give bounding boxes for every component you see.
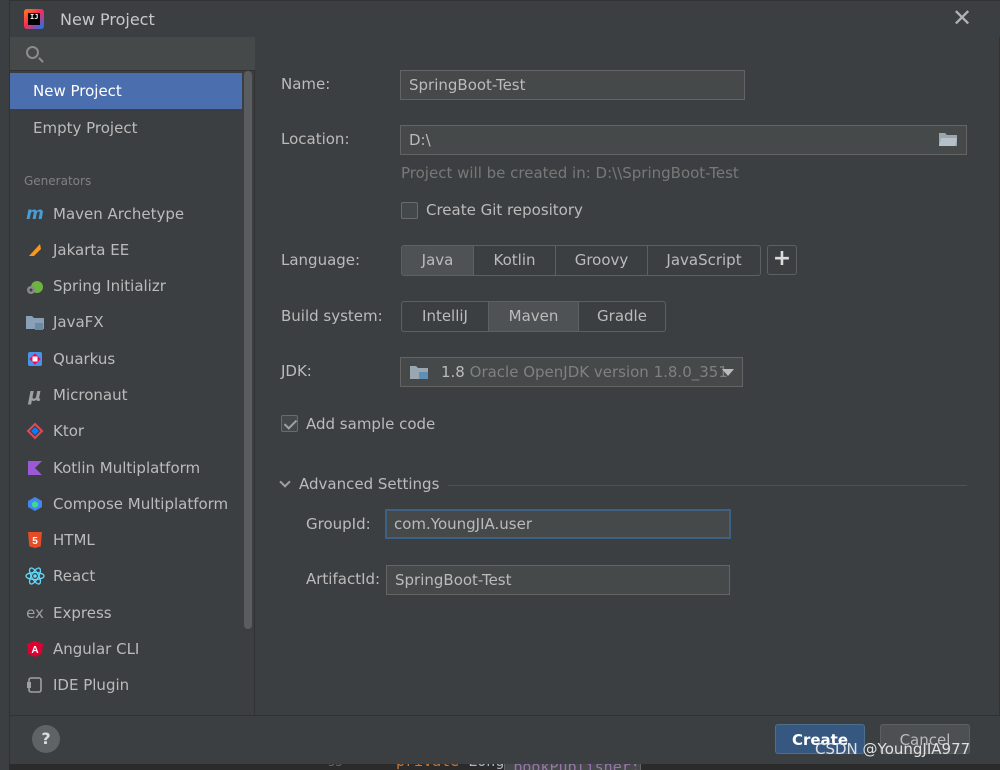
- generator-label: Angular CLI: [53, 640, 140, 658]
- build-option-maven[interactable]: Maven: [489, 302, 579, 331]
- jdk-description: Oracle OpenJDK version 1.8.0_351: [469, 363, 728, 381]
- jakarta-icon: [25, 240, 45, 260]
- generator-label: Jakarta EE: [53, 241, 130, 259]
- spring-icon: [25, 276, 45, 296]
- generator-label: Ktor: [53, 422, 85, 440]
- groupid-label: GroupId:: [306, 515, 371, 533]
- jdk-folder-icon: [410, 366, 428, 379]
- help-button[interactable]: ?: [32, 725, 60, 753]
- generator-label: Express: [53, 604, 112, 622]
- name-label: Name:: [281, 75, 331, 93]
- jdk-dropdown[interactable]: 1.8 Oracle OpenJDK version 1.8.0_351: [400, 357, 743, 387]
- language-option-groovy[interactable]: Groovy: [556, 246, 648, 275]
- jdk-version: 1.8: [441, 363, 465, 381]
- html5-icon: 5: [25, 530, 45, 550]
- generator-javafx[interactable]: JavaFX: [10, 305, 242, 339]
- editor-left-strip: [0, 0, 9, 770]
- generator-express[interactable]: ex Express: [10, 596, 242, 630]
- intellij-logo-icon: IJ: [24, 9, 44, 29]
- location-input[interactable]: D:\: [400, 125, 967, 155]
- generator-label: Kotlin Multiplatform: [53, 459, 201, 477]
- generator-label: Quarkus: [53, 350, 116, 368]
- add-language-button[interactable]: +: [767, 245, 797, 275]
- generator-micronaut[interactable]: μ Micronaut: [10, 378, 242, 412]
- sidebar-search-input[interactable]: [10, 37, 255, 71]
- build-option-intellij[interactable]: IntelliJ: [402, 302, 489, 331]
- generator-label: IDE Plugin: [53, 676, 130, 694]
- sidebar-item-label: New Project: [33, 82, 122, 100]
- generator-maven-archetype[interactable]: m Maven Archetype: [10, 197, 242, 231]
- sidebar-item-label: Empty Project: [33, 119, 138, 137]
- location-label: Location:: [281, 130, 350, 148]
- create-git-label: Create Git repository: [426, 201, 583, 219]
- kotlin-icon: [25, 458, 45, 478]
- generator-label: HTML: [53, 531, 95, 549]
- generator-kotlin-multiplatform[interactable]: Kotlin Multiplatform: [10, 451, 242, 485]
- generator-quarkus[interactable]: Quarkus: [10, 342, 242, 376]
- groupid-input[interactable]: com.YoungJIA.user: [385, 509, 731, 539]
- generator-label: React: [53, 567, 96, 585]
- svg-text:5: 5: [32, 536, 38, 547]
- location-hint: Project will be created in: D:\\SpringBo…: [401, 164, 739, 182]
- compose-icon: [25, 494, 45, 514]
- generator-jakarta-ee[interactable]: Jakarta EE: [10, 233, 242, 267]
- advanced-settings-toggle[interactable]: Advanced Settings: [279, 475, 440, 493]
- sidebar-item-new-project[interactable]: New Project: [10, 73, 242, 109]
- svg-text:A: A: [31, 645, 38, 656]
- title-bar: IJ New Project ✕: [10, 1, 1000, 37]
- quarkus-icon: [25, 349, 45, 369]
- close-icon[interactable]: ✕: [950, 6, 974, 31]
- browse-folder-icon[interactable]: [939, 132, 957, 146]
- language-option-javascript[interactable]: JavaScript: [648, 246, 760, 275]
- generator-label: JavaFX: [53, 313, 104, 331]
- generator-label: Micronaut: [53, 386, 128, 404]
- generator-ide-plugin[interactable]: IDE Plugin: [10, 668, 242, 702]
- create-git-checkbox[interactable]: [401, 202, 418, 219]
- search-icon: [26, 46, 39, 59]
- language-option-kotlin[interactable]: Kotlin: [474, 246, 556, 275]
- generators-heading: Generators: [24, 174, 92, 188]
- express-icon: ex: [26, 604, 44, 622]
- micronaut-icon: μ: [28, 384, 42, 406]
- generator-react[interactable]: React: [10, 559, 242, 593]
- language-label: Language:: [281, 251, 361, 269]
- react-icon: [25, 566, 45, 586]
- maven-icon: m: [26, 204, 44, 224]
- language-selector: Java Kotlin Groovy JavaScript: [401, 245, 761, 276]
- advanced-settings-label: Advanced Settings: [299, 475, 440, 493]
- add-sample-code-checkbox[interactable]: [281, 415, 298, 432]
- sidebar-scrollbar[interactable]: [244, 71, 252, 629]
- name-input[interactable]: SpringBoot-Test: [400, 70, 745, 100]
- plugin-icon: [25, 675, 45, 695]
- generator-angular-cli[interactable]: A Angular CLI: [10, 632, 242, 666]
- watermark: CSDN @YoungJIA977: [815, 740, 971, 758]
- generator-label: Maven Archetype: [53, 205, 185, 223]
- dialog-title: New Project: [60, 10, 155, 29]
- add-sample-code-label: Add sample code: [306, 415, 436, 433]
- javafx-icon: [25, 312, 45, 332]
- language-option-java[interactable]: Java: [402, 246, 474, 275]
- generator-html[interactable]: 5 HTML: [10, 523, 242, 557]
- project-type-sidebar: New Project Empty Project Generators m M…: [10, 37, 255, 715]
- chevron-down-icon: [279, 476, 291, 488]
- generator-label: Spring Initializr: [53, 277, 166, 295]
- build-option-gradle[interactable]: Gradle: [579, 302, 665, 331]
- new-project-dialog: IJ New Project ✕ New Project Empty Proje…: [9, 0, 1000, 764]
- jdk-label: JDK:: [281, 362, 312, 380]
- angular-icon: A: [25, 639, 45, 659]
- generator-compose-multiplatform[interactable]: Compose Multiplatform: [10, 487, 242, 521]
- generator-spring-initializr[interactable]: Spring Initializr: [10, 269, 242, 303]
- sidebar-item-empty-project[interactable]: Empty Project: [10, 110, 242, 146]
- dropdown-arrow-icon: [722, 369, 734, 376]
- generator-label: Compose Multiplatform: [53, 495, 229, 513]
- artifactid-label: ArtifactId:: [306, 570, 381, 588]
- artifactid-input[interactable]: SpringBoot-Test: [386, 565, 730, 595]
- build-system-selector: IntelliJ Maven Gradle: [401, 301, 666, 332]
- build-system-label: Build system:: [281, 307, 383, 325]
- ktor-icon: [25, 421, 45, 441]
- generator-ktor[interactable]: Ktor: [10, 414, 242, 448]
- location-value: D:\: [409, 131, 431, 149]
- advanced-divider: [448, 485, 967, 486]
